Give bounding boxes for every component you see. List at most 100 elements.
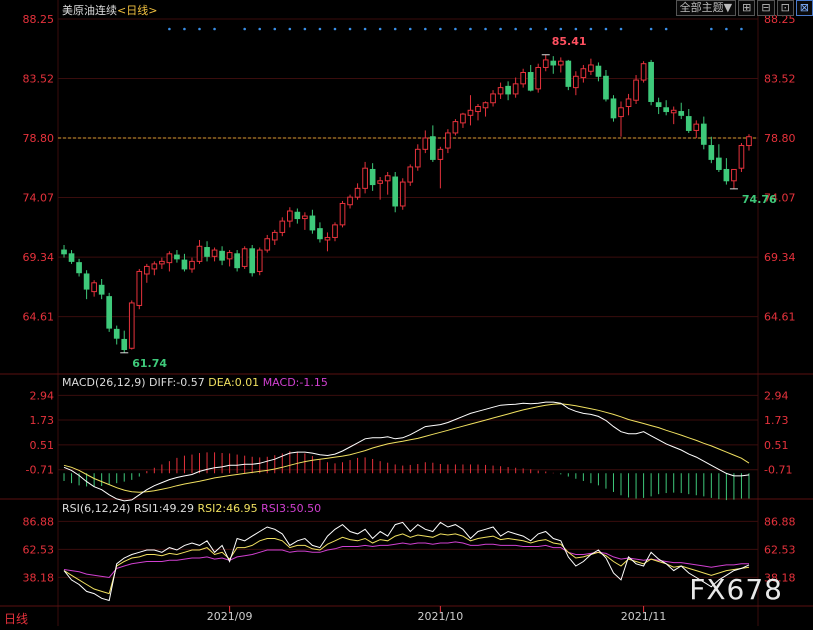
candle-body[interactable] <box>437 148 444 160</box>
candle-body[interactable] <box>685 116 692 131</box>
candle-body[interactable] <box>83 273 90 290</box>
candle-body[interactable] <box>128 302 135 349</box>
fit-icon[interactable]: ⊡ <box>776 0 794 16</box>
candle-body[interactable] <box>136 270 143 306</box>
candle-body[interactable] <box>91 282 97 293</box>
candle-body[interactable] <box>557 60 564 66</box>
candle-body[interactable] <box>588 64 594 72</box>
candle-body[interactable] <box>249 248 256 274</box>
candle-body[interactable] <box>399 181 406 207</box>
layout-grid-icon[interactable]: ⊞ <box>738 0 756 16</box>
candle-body[interactable] <box>324 236 331 241</box>
candle-body[interactable] <box>181 259 188 270</box>
candle-body[interactable] <box>550 60 557 66</box>
candle-body[interactable] <box>392 176 399 207</box>
candle-body[interactable] <box>610 98 617 119</box>
candle-body[interactable] <box>414 148 421 168</box>
candle-body[interactable] <box>475 106 481 113</box>
candle-body[interactable] <box>347 196 353 206</box>
candle-body[interactable] <box>723 168 730 182</box>
candle-body[interactable] <box>166 253 173 264</box>
candle-body[interactable] <box>369 168 376 186</box>
candle-body[interactable] <box>746 136 752 147</box>
candle-body[interactable] <box>520 72 526 85</box>
candle-body[interactable] <box>219 250 225 261</box>
candle-body[interactable] <box>700 123 707 145</box>
candle-body[interactable] <box>76 262 82 274</box>
candle-body[interactable] <box>98 284 105 295</box>
theme-dropdown[interactable]: 全部主题▼ <box>675 0 737 16</box>
candle-body[interactable] <box>211 249 218 257</box>
candle-body[interactable] <box>286 210 293 222</box>
fullscreen-icon[interactable]: ⊠ <box>795 0 813 16</box>
candle-body[interactable] <box>279 220 286 233</box>
candle-body[interactable] <box>678 111 685 116</box>
candle-body[interactable] <box>708 145 715 160</box>
period-tag[interactable]: <日线> <box>117 4 157 17</box>
candle-body[interactable] <box>68 253 75 262</box>
candle-body[interactable] <box>241 248 248 267</box>
candle-body[interactable] <box>655 102 662 108</box>
candle-body[interactable] <box>407 166 414 183</box>
candle-body[interactable] <box>482 102 489 109</box>
candle-body[interactable] <box>430 136 436 160</box>
candle-body[interactable] <box>354 187 361 198</box>
candle-body[interactable] <box>460 113 466 124</box>
candle-body[interactable] <box>106 296 113 329</box>
candle-body[interactable] <box>445 132 451 149</box>
candle-body[interactable] <box>497 87 504 95</box>
candle-body[interactable] <box>731 168 737 182</box>
candle-body[interactable] <box>302 215 308 220</box>
candle-body[interactable] <box>196 245 203 262</box>
candle-body[interactable] <box>535 66 542 90</box>
candle-body[interactable] <box>625 98 632 108</box>
period-selector[interactable]: 日线 <box>4 610 28 627</box>
candle-body[interactable] <box>226 252 233 260</box>
candle-body[interactable] <box>633 79 639 101</box>
candle-body[interactable] <box>512 83 519 95</box>
candle-body[interactable] <box>640 63 647 81</box>
candle-body[interactable] <box>603 75 609 100</box>
chart-canvas[interactable]: 88.25 88.2583.52 83.5278.80 78.8074.07 74.07… <box>0 0 813 626</box>
candle-body[interactable] <box>693 123 700 131</box>
candle-body[interactable] <box>159 260 165 265</box>
candle-body[interactable] <box>490 93 496 104</box>
candle-body[interactable] <box>143 265 150 275</box>
candle-body[interactable] <box>663 107 670 113</box>
candle-body[interactable] <box>339 202 346 226</box>
candle-body[interactable] <box>189 260 195 270</box>
candle-body[interactable] <box>452 121 459 134</box>
candle-body[interactable] <box>648 61 654 102</box>
candle-body[interactable] <box>505 85 511 95</box>
candle-body[interactable] <box>716 157 722 170</box>
candle-body[interactable] <box>542 59 549 68</box>
candle-body[interactable] <box>573 75 579 89</box>
candle-body[interactable] <box>384 175 391 182</box>
zoom-out-icon[interactable]: ⊟ <box>757 0 775 16</box>
candle-body[interactable] <box>271 231 278 241</box>
candle-body[interactable] <box>256 249 263 272</box>
candle-body[interactable] <box>362 167 368 189</box>
candle-body[interactable] <box>422 137 429 150</box>
candle-body[interactable] <box>527 72 534 91</box>
candle-body[interactable] <box>204 247 210 257</box>
candle-body[interactable] <box>317 228 323 240</box>
candle-body[interactable] <box>61 249 67 255</box>
candle-body[interactable] <box>113 328 120 339</box>
candle-body[interactable] <box>309 215 316 231</box>
candle-body[interactable] <box>264 238 271 251</box>
candle-body[interactable] <box>234 253 240 269</box>
candle-body[interactable] <box>377 180 383 184</box>
candle-body[interactable] <box>618 107 624 118</box>
candle-body[interactable] <box>294 211 301 220</box>
candle-body[interactable] <box>121 338 128 351</box>
candle-body[interactable] <box>151 263 158 270</box>
candle-body[interactable] <box>595 65 602 77</box>
candle-body[interactable] <box>670 109 677 114</box>
candle-body[interactable] <box>332 224 338 238</box>
candle-body[interactable] <box>467 109 474 116</box>
candle-body[interactable] <box>580 68 587 79</box>
candle-body[interactable] <box>738 145 745 169</box>
candle-body[interactable] <box>174 254 180 260</box>
candle-body[interactable] <box>565 60 572 87</box>
